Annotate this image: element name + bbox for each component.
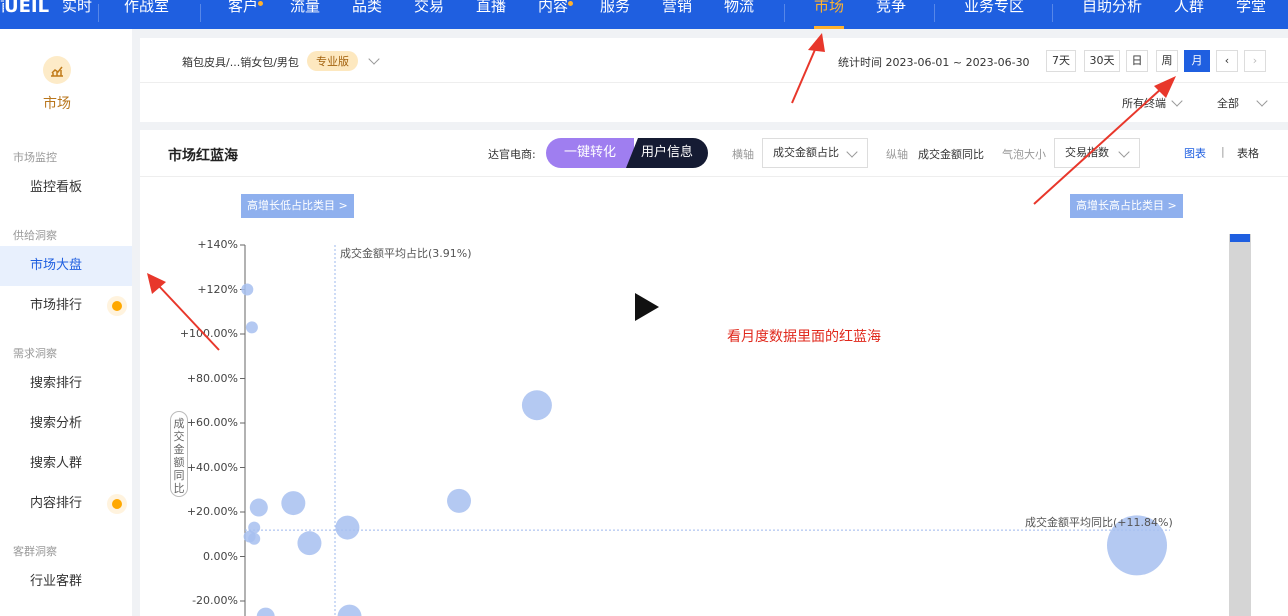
arrow-to-month-button (1033, 87, 1163, 205)
annotation-arrows (147, 33, 1176, 351)
arrow-head (1154, 76, 1176, 98)
arrow-to-market-tab (791, 44, 818, 104)
arrow-to-market-overview (157, 284, 220, 351)
arrow-head (808, 33, 825, 52)
